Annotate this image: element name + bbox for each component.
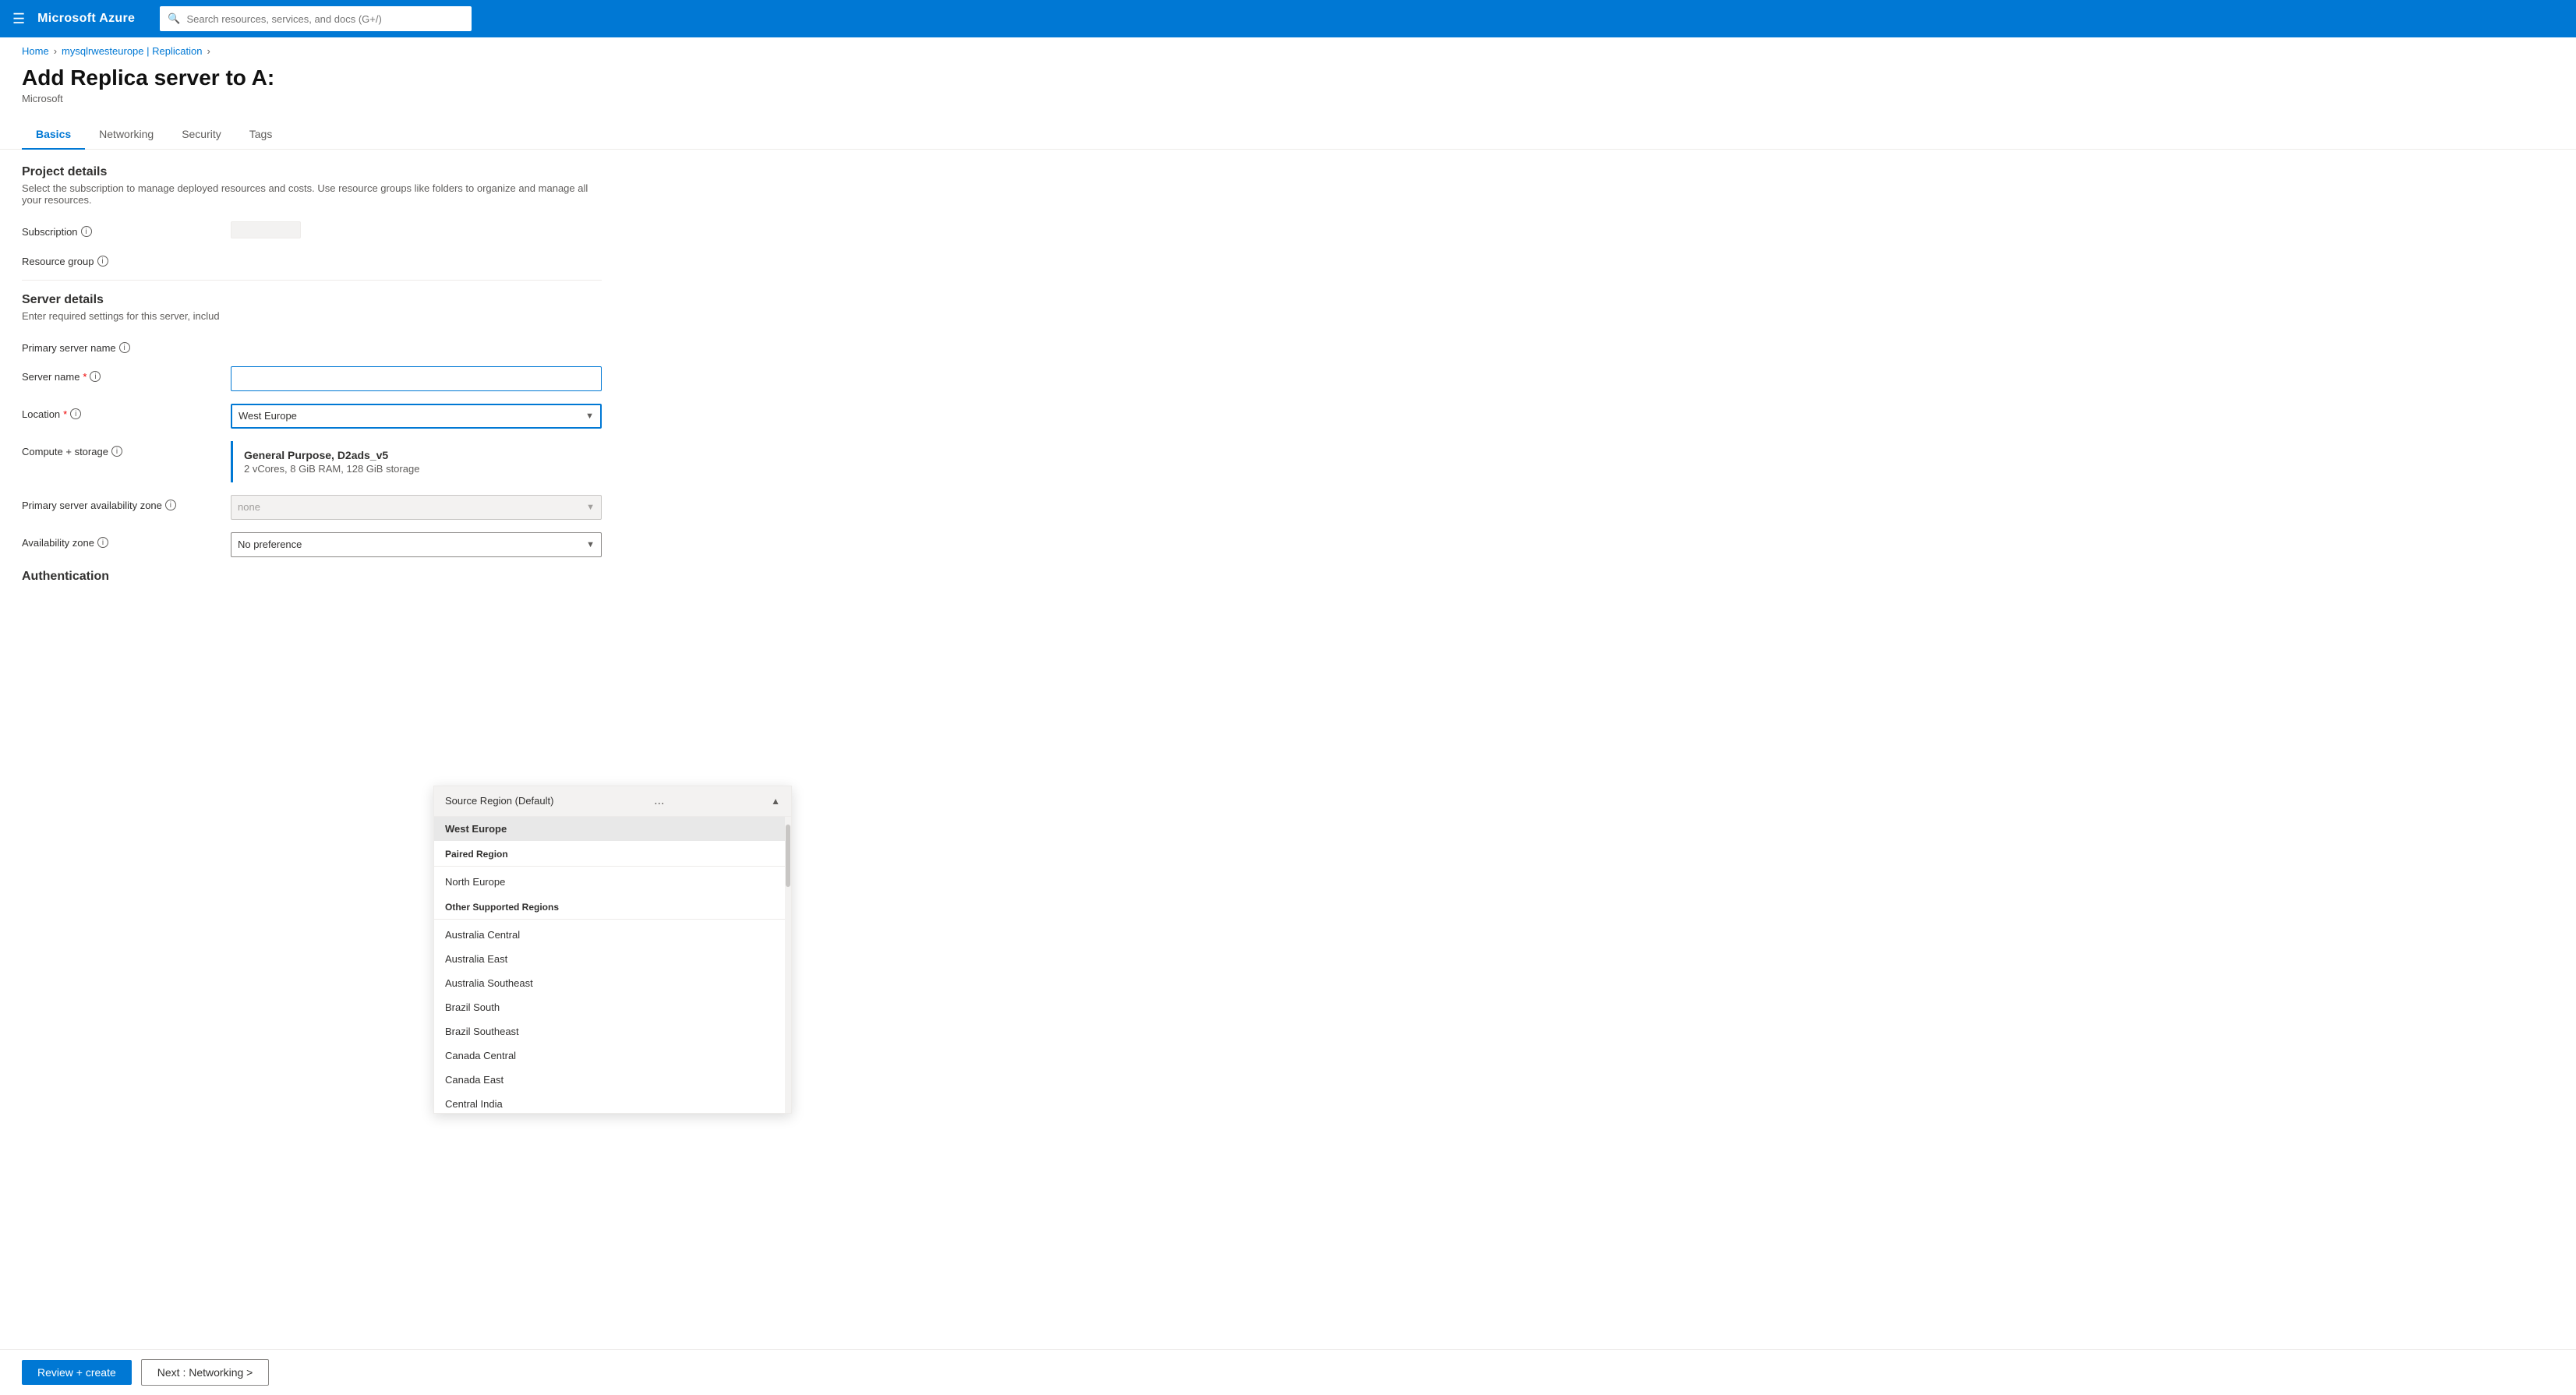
dropdown-item-north-europe[interactable]: North Europe <box>434 870 791 894</box>
compute-storage-value: General Purpose, D2ads_v5 2 vCores, 8 Gi… <box>231 441 602 482</box>
subscription-label: Subscription i <box>22 221 224 238</box>
breadcrumb-replication[interactable]: mysqlrwesteurope | Replication <box>62 45 202 57</box>
project-details-title: Project details <box>22 165 602 179</box>
compute-storage-info-icon[interactable]: i <box>111 446 122 457</box>
resource-group-row: Resource group i <box>22 251 602 267</box>
breadcrumb-home[interactable]: Home <box>22 45 49 57</box>
primary-server-name-info-icon[interactable]: i <box>119 342 130 353</box>
location-dropdown: Source Region (Default) ... ▲ West Europ… <box>433 786 792 1114</box>
dropdown-item-brazil-south[interactable]: Brazil South <box>434 995 791 1019</box>
hamburger-icon[interactable]: ☰ <box>12 11 25 27</box>
availability-zone-row: Availability zone i No preference ▼ <box>22 532 602 557</box>
dropdown-item-brazil-southeast[interactable]: Brazil Southeast <box>434 1019 791 1044</box>
location-chevron-icon: ▼ <box>585 411 594 421</box>
review-create-button[interactable]: Review + create <box>22 1360 132 1385</box>
location-row: Location * i West Europe ▼ Source Region… <box>22 404 602 429</box>
primary-server-name-row: Primary server name i <box>22 337 602 354</box>
dropdown-group-other: Other Supported Regions <box>434 894 791 916</box>
primary-server-name-label: Primary server name i <box>22 337 224 354</box>
server-name-required: * <box>83 371 87 383</box>
server-name-info-icon[interactable]: i <box>90 371 101 382</box>
dropdown-item-australia-east[interactable]: Australia East <box>434 947 791 971</box>
availability-zone-value: No preference <box>238 539 586 550</box>
dropdown-item-australia-central[interactable]: Australia Central <box>434 923 791 947</box>
dropdown-divider-2 <box>434 919 791 920</box>
dropdown-group-paired: Paired Region <box>434 841 791 863</box>
primary-az-row: Primary server availability zone i none … <box>22 495 602 520</box>
primary-az-value: none <box>238 501 586 513</box>
compute-desc: 2 vCores, 8 GiB RAM, 128 GiB storage <box>244 463 591 475</box>
tab-networking[interactable]: Networking <box>85 120 168 150</box>
compute-box: General Purpose, D2ads_v5 2 vCores, 8 Gi… <box>231 441 602 482</box>
dropdown-scrollbar-up-icon[interactable]: ▲ <box>771 796 780 807</box>
dropdown-item-australia-southeast[interactable]: Australia Southeast <box>434 971 791 995</box>
primary-az-info-icon[interactable]: i <box>165 500 176 510</box>
page-title: Add Replica server to A: <box>22 65 2554 91</box>
page-title-section: Add Replica server to A: Microsoft <box>0 65 2576 111</box>
primary-az-label: Primary server availability zone i <box>22 495 224 511</box>
availability-zone-label: Availability zone i <box>22 532 224 549</box>
next-networking-button[interactable]: Next : Networking > <box>141 1359 270 1386</box>
server-details-desc: Enter required settings for this server,… <box>22 310 602 322</box>
resource-group-label: Resource group i <box>22 251 224 267</box>
divider-1 <box>22 280 602 281</box>
location-dropdown-trigger[interactable]: West Europe ▼ <box>231 404 602 429</box>
subscription-row: Subscription i <box>22 221 602 238</box>
dropdown-header: Source Region (Default) ... ▲ <box>434 786 791 817</box>
dropdown-item-canada-central[interactable]: Canada Central <box>434 1044 791 1068</box>
compute-storage-label: Compute + storage i <box>22 441 224 457</box>
compute-storage-row: Compute + storage i General Purpose, D2a… <box>22 441 602 482</box>
server-name-input[interactable] <box>231 366 602 391</box>
tab-security[interactable]: Security <box>168 120 235 150</box>
location-select-container: West Europe ▼ Source Region (Default) ..… <box>231 404 602 429</box>
server-name-row: Server name * i <box>22 366 602 391</box>
main-content: Project details Select the subscription … <box>0 150 624 665</box>
subscription-value <box>231 221 602 238</box>
subscription-info-icon[interactable]: i <box>81 226 92 237</box>
server-name-label: Server name * i <box>22 366 224 383</box>
project-details-desc: Select the subscription to manage deploy… <box>22 182 602 206</box>
bottom-spacer <box>22 587 602 649</box>
dropdown-scrollbar-thumb[interactable] <box>786 825 790 887</box>
dropdown-scrollbar-track <box>785 817 791 1113</box>
tab-basics[interactable]: Basics <box>22 120 85 150</box>
breadcrumb-sep-1: › <box>54 45 57 57</box>
dropdown-header-title: Source Region (Default) <box>445 795 553 807</box>
search-bar: 🔍 <box>160 6 472 31</box>
search-input[interactable] <box>186 13 464 25</box>
breadcrumb-sep-2: › <box>207 45 210 57</box>
tab-tags[interactable]: Tags <box>235 120 287 150</box>
primary-az-select-container: none ▼ <box>231 495 602 520</box>
top-nav: ☰ Microsoft Azure 🔍 <box>0 0 2576 37</box>
dropdown-more-icon[interactable]: ... <box>654 794 664 808</box>
availability-zone-info-icon[interactable]: i <box>97 537 108 548</box>
dropdown-item-central-india[interactable]: Central India <box>434 1092 791 1113</box>
authentication-title: Authentication <box>22 570 602 584</box>
compute-title: General Purpose, D2ads_v5 <box>244 449 591 461</box>
dropdown-item-canada-east[interactable]: Canada East <box>434 1068 791 1092</box>
breadcrumb: Home › mysqlrwesteurope | Replication › <box>0 37 2576 65</box>
resource-group-info-icon[interactable]: i <box>97 256 108 267</box>
dropdown-scrollarea[interactable]: West Europe Paired Region North Europe O… <box>434 817 791 1113</box>
availability-zone-dropdown[interactable]: No preference ▼ <box>231 532 602 557</box>
location-info-icon[interactable]: i <box>70 408 81 419</box>
availability-zone-select-container: No preference ▼ <box>231 532 602 557</box>
page-subtitle: Microsoft <box>22 93 2554 104</box>
location-label: Location * i <box>22 404 224 420</box>
location-required: * <box>63 408 67 420</box>
location-selected-value: West Europe <box>239 410 585 422</box>
dropdown-item-west-europe[interactable]: West Europe <box>434 817 791 841</box>
tabs: Basics Networking Security Tags <box>0 120 2576 150</box>
search-icon: 🔍 <box>168 12 180 25</box>
availability-zone-chevron-icon: ▼ <box>586 540 595 549</box>
server-name-input-container <box>231 366 602 391</box>
bottom-bar: Review + create Next : Networking > <box>0 1349 2576 1395</box>
brand-logo: Microsoft Azure <box>37 12 135 26</box>
server-details-title: Server details <box>22 293 602 307</box>
primary-az-chevron-icon: ▼ <box>586 503 595 512</box>
dropdown-divider-1 <box>434 866 791 867</box>
primary-az-dropdown: none ▼ <box>231 495 602 520</box>
